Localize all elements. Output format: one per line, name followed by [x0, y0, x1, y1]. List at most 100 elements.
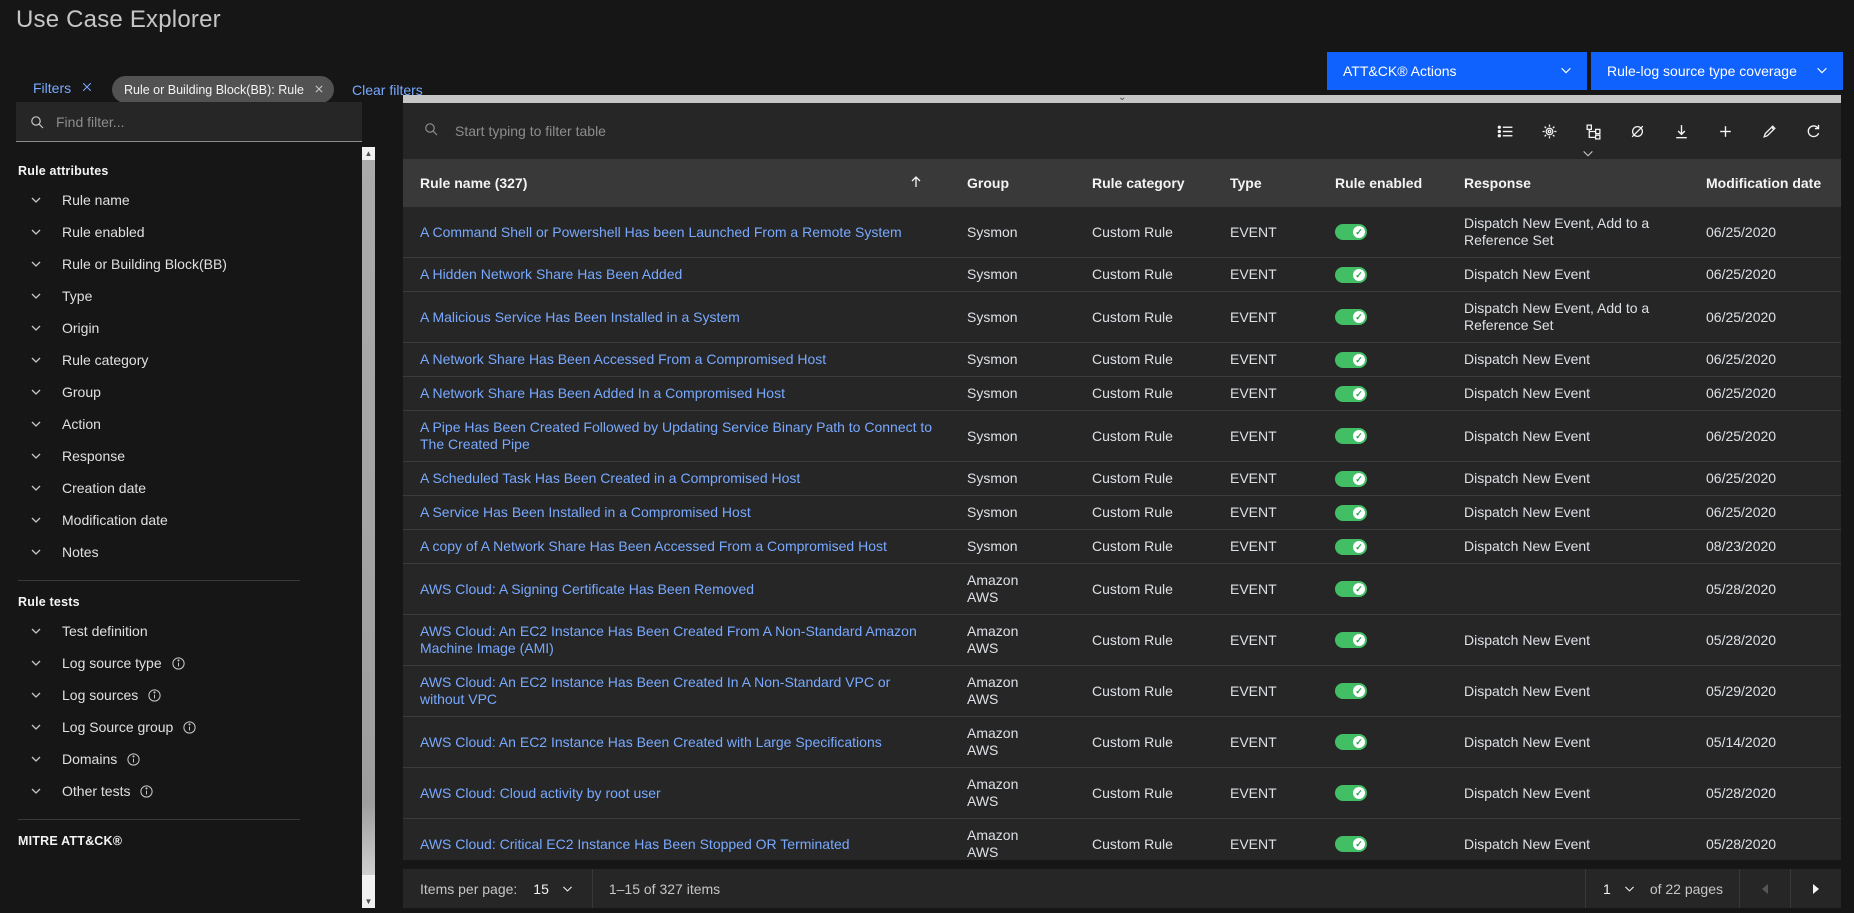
scroll-down-arrow-icon[interactable]: ▼: [362, 895, 375, 908]
rule-log-source-coverage-button[interactable]: Rule-log source type coverage: [1591, 52, 1843, 90]
tag-close-icon[interactable]: [314, 83, 324, 97]
column-header-response[interactable]: Response: [1447, 159, 1689, 207]
rule-name-link[interactable]: AWS Cloud: Critical EC2 Instance Has Bee…: [420, 836, 850, 852]
sidebar-item-modification-date[interactable]: Modification date: [0, 504, 356, 536]
sidebar-item-origin[interactable]: Origin: [0, 312, 356, 344]
rule-enabled-toggle[interactable]: ✓: [1335, 836, 1367, 852]
rule-name-link[interactable]: A Hidden Network Share Has Been Added: [420, 266, 682, 282]
attack-actions-button[interactable]: ATT&CK® Actions: [1327, 52, 1587, 90]
close-icon[interactable]: [81, 80, 93, 96]
info-icon[interactable]: [182, 720, 197, 735]
scroll-up-arrow-icon[interactable]: ▲: [362, 147, 375, 160]
rule-name-link[interactable]: A Pipe Has Been Created Followed by Upda…: [420, 419, 932, 452]
sort-ascending-icon[interactable]: [908, 174, 924, 194]
rule-enabled-toggle[interactable]: ✓: [1335, 386, 1367, 402]
sidebar-item-group[interactable]: Group: [0, 376, 356, 408]
sidebar-scrollbar[interactable]: ▲ ▼: [362, 147, 375, 908]
rule-name-link[interactable]: A Network Share Has Been Added In a Comp…: [420, 385, 785, 401]
rule-enabled-toggle[interactable]: ✓: [1335, 428, 1367, 444]
rule-enabled-toggle[interactable]: ✓: [1335, 632, 1367, 648]
rule-enabled-toggle[interactable]: ✓: [1335, 734, 1367, 750]
sidebar-item-rule-name[interactable]: Rule name: [0, 184, 356, 216]
sidebar-item-action[interactable]: Action: [0, 408, 356, 440]
sidebar-item-log-source-group[interactable]: Log Source group: [0, 711, 356, 743]
rule-name-link[interactable]: AWS Cloud: An EC2 Instance Has Been Crea…: [420, 674, 890, 707]
rule-name-link[interactable]: A Network Share Has Been Accessed From a…: [420, 351, 826, 367]
rule-name-link[interactable]: A Command Shell or Powershell Has been L…: [420, 224, 902, 240]
info-icon[interactable]: [126, 752, 141, 767]
group-value: Sysmon: [967, 351, 1018, 368]
column-header-rule-name[interactable]: Rule name (327): [403, 159, 950, 207]
info-icon[interactable]: [139, 784, 154, 799]
column-header-type[interactable]: Type: [1213, 159, 1318, 207]
current-page-value[interactable]: 1: [1586, 881, 1611, 897]
sidebar-item-log-source-type[interactable]: Log source type: [0, 647, 356, 679]
toolbar-add-button[interactable]: [1703, 109, 1747, 153]
table-filter-input[interactable]: [455, 123, 1015, 139]
sidebar-item-response[interactable]: Response: [0, 440, 356, 472]
rule-enabled-toggle[interactable]: ✓: [1335, 352, 1367, 368]
items-per-page-value[interactable]: 15: [533, 881, 549, 897]
chevron-down-icon: [28, 352, 44, 368]
rule-enabled-toggle[interactable]: ✓: [1335, 471, 1367, 487]
chevron-down-icon[interactable]: [1623, 882, 1636, 895]
sidebar-item-other-tests[interactable]: Other tests: [0, 775, 356, 807]
rule-name-link[interactable]: AWS Cloud: An EC2 Instance Has Been Crea…: [420, 623, 917, 656]
chevron-down-icon[interactable]: [1581, 147, 1595, 166]
sidebar-item-domains[interactable]: Domains: [0, 743, 356, 775]
toolbar-reset-button[interactable]: [1791, 109, 1835, 153]
sidebar-item-rule-enabled[interactable]: Rule enabled: [0, 216, 356, 248]
sidebar-item-test-definition[interactable]: Test definition: [0, 615, 356, 647]
column-header-group[interactable]: Group: [950, 159, 1075, 207]
rule-enabled-toggle[interactable]: ✓: [1335, 539, 1367, 555]
rule-category-value: Custom Rule: [1075, 717, 1213, 768]
sidebar-item-log-sources[interactable]: Log sources: [0, 679, 356, 711]
rule-name-link[interactable]: A copy of A Network Share Has Been Acces…: [420, 538, 887, 554]
rule-name-link[interactable]: A Service Has Been Installed in a Compro…: [420, 504, 751, 520]
column-header-modification-date[interactable]: Modification date: [1689, 159, 1841, 207]
sidebar-item-rule-or-building-block-bb-[interactable]: Rule or Building Block(BB): [0, 248, 356, 280]
rule-category-value: Custom Rule: [1075, 530, 1213, 564]
rule-name-link[interactable]: AWS Cloud: Cloud activity by root user: [420, 785, 661, 801]
chevron-down-icon: [28, 512, 44, 528]
toolbar-download-button[interactable]: [1659, 109, 1703, 153]
next-page-button[interactable]: [1791, 869, 1841, 908]
column-header-rule-enabled[interactable]: Rule enabled: [1318, 159, 1447, 207]
scrollbar-thumb[interactable]: [362, 160, 375, 875]
rule-name-link[interactable]: A Malicious Service Has Been Installed i…: [420, 309, 740, 325]
horizontal-scrollbar[interactable]: ⌄: [403, 95, 1841, 103]
sidebar-item-type[interactable]: Type: [0, 280, 356, 312]
rule-enabled-toggle[interactable]: ✓: [1335, 224, 1367, 240]
info-icon[interactable]: [147, 688, 162, 703]
previous-page-button[interactable]: [1740, 869, 1790, 908]
rule-enabled-toggle[interactable]: ✓: [1335, 505, 1367, 521]
rule-enabled-toggle[interactable]: ✓: [1335, 785, 1367, 801]
rule-name-link[interactable]: A Scheduled Task Has Been Created in a C…: [420, 470, 800, 486]
rule-enabled-toggle[interactable]: ✓: [1335, 309, 1367, 325]
column-header-rule-category[interactable]: Rule category: [1075, 159, 1213, 207]
filters-toggle[interactable]: Filters: [33, 80, 93, 96]
rule-enabled-toggle[interactable]: ✓: [1335, 267, 1367, 283]
type-value: EVENT: [1213, 564, 1318, 615]
toolbar-edit-button[interactable]: [1747, 109, 1791, 153]
toolbar-hide-button[interactable]: [1615, 109, 1659, 153]
info-icon[interactable]: [171, 656, 186, 671]
toolbar-settings-button[interactable]: [1527, 109, 1571, 153]
sidebar-item-rule-category[interactable]: Rule category: [0, 344, 356, 376]
chevron-down-icon: [28, 384, 44, 400]
table-row: AWS Cloud: Critical EC2 Instance Has Bee…: [403, 819, 1841, 861]
rule-enabled-toggle[interactable]: ✓: [1335, 581, 1367, 597]
sidebar-item-creation-date[interactable]: Creation date: [0, 472, 356, 504]
type-value: EVENT: [1213, 411, 1318, 462]
chevron-down-icon: [28, 751, 44, 767]
info-icon: [182, 720, 197, 735]
rule-name-link[interactable]: AWS Cloud: An EC2 Instance Has Been Crea…: [420, 734, 882, 750]
find-filter-input[interactable]: [56, 102, 352, 141]
chevron-down-icon[interactable]: [561, 882, 574, 895]
rule-enabled-toggle[interactable]: ✓: [1335, 683, 1367, 699]
toolbar-list-button[interactable]: [1483, 109, 1527, 153]
checkmark-icon: ✓: [1353, 541, 1365, 553]
rule-name-link[interactable]: AWS Cloud: A Signing Certificate Has Bee…: [420, 581, 754, 597]
reset-icon: [1805, 123, 1822, 140]
sidebar-item-notes[interactable]: Notes: [0, 536, 356, 568]
